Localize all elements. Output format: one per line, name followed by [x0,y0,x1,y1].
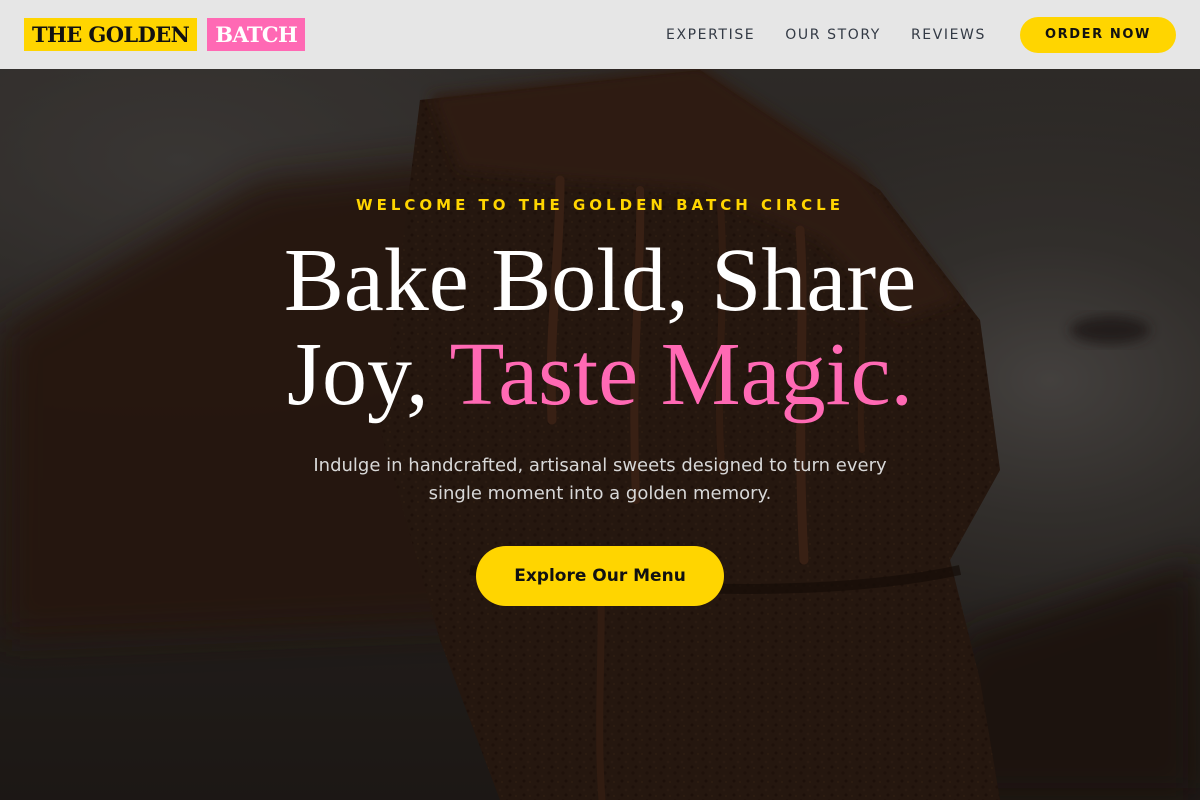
hero-subtext: Indulge in handcrafted, artisanal sweets… [280,452,920,508]
logo-text-golden: THE GOLDEN [24,18,198,51]
hero-section: WELCOME TO THE GOLDEN BATCH CIRCLE Bake … [0,0,1200,800]
nav-link-our-story[interactable]: OUR STORY [785,27,881,43]
headline-line-2-pink: Taste Magic. [449,325,914,424]
nav-link-expertise[interactable]: EXPERTISE [666,27,755,43]
nav-link-reviews[interactable]: REVIEWS [911,27,986,43]
explore-menu-button[interactable]: Explore Our Menu [476,546,724,606]
order-now-button[interactable]: ORDER NOW [1020,16,1176,53]
hero-headline: Bake Bold, Share Joy, Taste Magic. [0,234,1200,422]
hero-eyebrow: WELCOME TO THE GOLDEN BATCH CIRCLE [356,196,844,214]
headline-line-2-white: Joy, [286,325,450,424]
brand-logo[interactable]: THE GOLDEN BATCH [24,18,306,51]
subtext-line-1: Indulge in handcrafted, artisanal sweets… [313,455,887,476]
subtext-line-2: single moment into a golden memory. [428,483,772,504]
main-nav: EXPERTISE OUR STORY REVIEWS ORDER NOW [666,16,1176,53]
headline-line-1: Bake Bold, Share [283,231,917,330]
site-header: THE GOLDEN BATCH EXPERTISE OUR STORY REV… [0,0,1200,69]
logo-text-batch: BATCH [207,18,306,51]
